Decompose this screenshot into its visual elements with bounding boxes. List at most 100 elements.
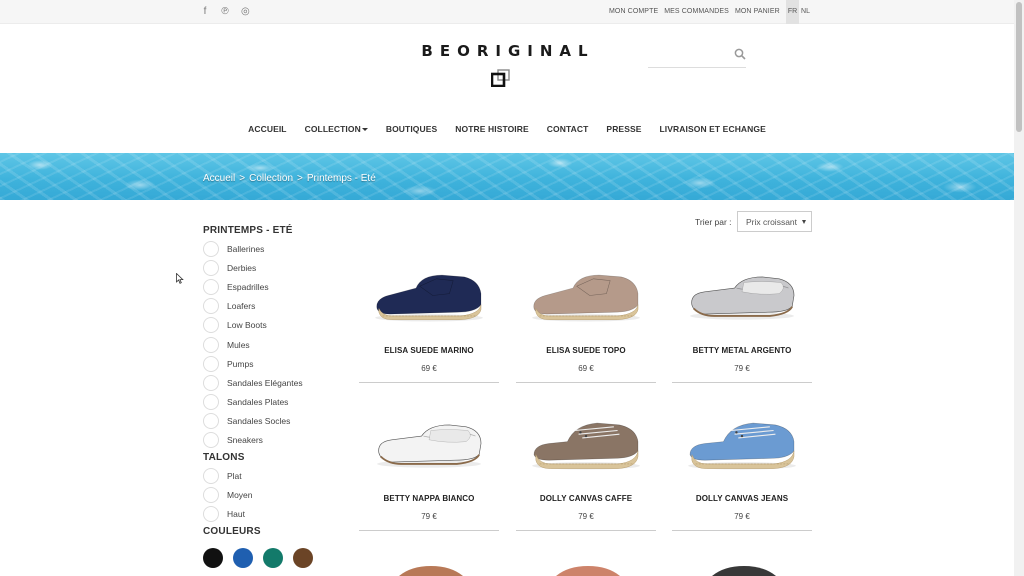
product-name[interactable]: BETTY NAPPA BIANCO (359, 494, 499, 503)
category-filter-item[interactable]: Mules (203, 335, 353, 354)
search-input[interactable] (648, 46, 728, 64)
sort-label: Trier par : (695, 217, 732, 227)
product-card[interactable]: ELISA SUEDE MARINO 69 € (359, 244, 499, 384)
nav-label: NOTRE HISTOIRE (455, 124, 529, 134)
nav-collection[interactable]: COLLECTION (296, 124, 377, 134)
breadcrumb-home[interactable]: Accueil (203, 173, 235, 184)
product-image[interactable] (359, 244, 499, 339)
shoe-icon (677, 396, 807, 483)
product-name[interactable]: ELISA SUEDE MARINO (359, 346, 499, 355)
category-filter-item[interactable]: Sandales Plates (203, 393, 353, 412)
nav-label: LIVRAISON ET ECHANGE (659, 124, 766, 134)
product-image[interactable] (516, 244, 656, 339)
product-card-partial[interactable] (516, 548, 656, 576)
divider (672, 382, 812, 383)
product-price: 69 € (578, 364, 594, 373)
product-card[interactable]: BETTY NAPPA BIANCO 79 € (359, 392, 499, 532)
radio-button[interactable] (203, 486, 219, 503)
product-card[interactable]: BETTY METAL ARGENTO 79 € (672, 244, 812, 384)
category-filter-item[interactable]: Sandales Elégantes (203, 373, 353, 392)
radio-button[interactable] (203, 298, 219, 315)
my-orders-link[interactable]: MES COMMANDES (664, 8, 729, 15)
category-filter-list: Ballerines Derbies Espadrilles Loafers Low B… (203, 239, 353, 450)
page-scrollbar[interactable] (1014, 0, 1024, 576)
category-filter-label: Sneakers (227, 435, 263, 446)
radio-button[interactable] (203, 374, 219, 391)
product-image[interactable] (672, 392, 812, 487)
site-logo[interactable]: BEORIGINAL (408, 42, 608, 60)
product-name[interactable]: DOLLY CANVAS CAFFE (516, 494, 656, 503)
nav-presse[interactable]: PRESSE (597, 124, 650, 134)
nav-livraison[interactable]: LIVRAISON ET ECHANGE (651, 124, 775, 134)
product-price: 79 € (578, 512, 594, 521)
product-image[interactable] (672, 244, 812, 339)
product-card-partial[interactable] (672, 548, 812, 576)
radio-button[interactable] (203, 506, 219, 523)
my-cart-link[interactable]: MON PANIER (735, 8, 780, 15)
category-filter-item[interactable]: Ballerines (203, 239, 353, 258)
language-nl[interactable]: NL (799, 0, 812, 24)
breadcrumb-collection[interactable]: Collection (249, 173, 293, 184)
language-fr[interactable]: FR (786, 0, 799, 24)
color-swatch[interactable] (293, 547, 313, 568)
search-box (648, 44, 746, 68)
radio-button[interactable] (203, 467, 219, 484)
product-name[interactable]: DOLLY CANVAS JEANS (672, 494, 812, 503)
category-filter-label: Low Boots (227, 320, 267, 331)
category-filter-item[interactable]: Loafers (203, 297, 353, 316)
color-swatch[interactable] (233, 547, 253, 568)
radio-button[interactable] (203, 355, 219, 372)
nav-contact[interactable]: CONTACT (538, 124, 598, 134)
category-filter-item[interactable]: Derbies (203, 258, 353, 277)
category-filter-item[interactable]: Sandales Socles (203, 412, 353, 431)
heel-filter-item[interactable]: Plat (203, 466, 353, 485)
category-title: PRINTEMPS - ETÉ (203, 225, 293, 236)
shoe-icon (399, 566, 463, 576)
shoe-icon (364, 248, 494, 335)
product-card[interactable]: DOLLY CANVAS JEANS 79 € (672, 392, 812, 532)
divider (516, 530, 656, 531)
product-card[interactable]: ELISA SUEDE TOPO 69 € (516, 244, 656, 384)
social-links: f ℗ ◎ (201, 6, 250, 18)
category-filter-label: Espadrilles (227, 281, 269, 292)
product-card-partial[interactable] (359, 548, 499, 576)
product-image[interactable] (359, 392, 499, 487)
radio-button[interactable] (203, 278, 219, 295)
nav-accueil[interactable]: ACCUEIL (239, 124, 295, 134)
divider (359, 530, 499, 531)
nav-boutiques[interactable]: BOUTIQUES (377, 124, 446, 134)
color-swatch[interactable] (203, 547, 223, 568)
heel-filter-item[interactable]: Haut (203, 504, 353, 523)
nav-label: PRESSE (606, 124, 642, 134)
category-filter-label: Sandales Socles (227, 416, 291, 427)
radio-button[interactable] (203, 394, 219, 411)
nav-notre-histoire[interactable]: NOTRE HISTOIRE (446, 124, 538, 134)
category-filter-item[interactable]: Espadrilles (203, 277, 353, 296)
facebook-icon[interactable]: f (201, 6, 209, 18)
heel-filter-label: Plat (227, 470, 242, 481)
product-card[interactable]: DOLLY CANVAS CAFFE 79 € (516, 392, 656, 532)
pinterest-icon[interactable]: ℗ (221, 6, 229, 18)
my-account-link[interactable]: MON COMPTE (609, 8, 658, 15)
category-filter-item[interactable]: Sneakers (203, 431, 353, 450)
scrollbar-thumb[interactable] (1016, 2, 1022, 132)
instagram-icon[interactable]: ◎ (241, 6, 250, 18)
product-name[interactable]: BETTY METAL ARGENTO (672, 346, 812, 355)
product-image[interactable] (516, 392, 656, 487)
product-name[interactable]: ELISA SUEDE TOPO (516, 346, 656, 355)
category-filter-item[interactable]: Pumps (203, 354, 353, 373)
heel-filter-item[interactable]: Moyen (203, 485, 353, 504)
radio-button[interactable] (203, 413, 219, 430)
category-filter-item[interactable]: Low Boots (203, 316, 353, 335)
mouse-cursor-icon (176, 273, 184, 284)
shoe-icon (712, 566, 776, 576)
radio-button[interactable] (203, 240, 219, 257)
radio-button[interactable] (203, 336, 219, 353)
radio-button[interactable] (203, 432, 219, 449)
color-swatch[interactable] (263, 547, 283, 568)
sort-select[interactable]: Prix croissant (737, 211, 812, 232)
search-icon[interactable] (734, 48, 746, 60)
radio-button[interactable] (203, 259, 219, 276)
radio-button[interactable] (203, 317, 219, 334)
account-links: MON COMPTE MES COMMANDES MON PANIER (609, 8, 780, 15)
